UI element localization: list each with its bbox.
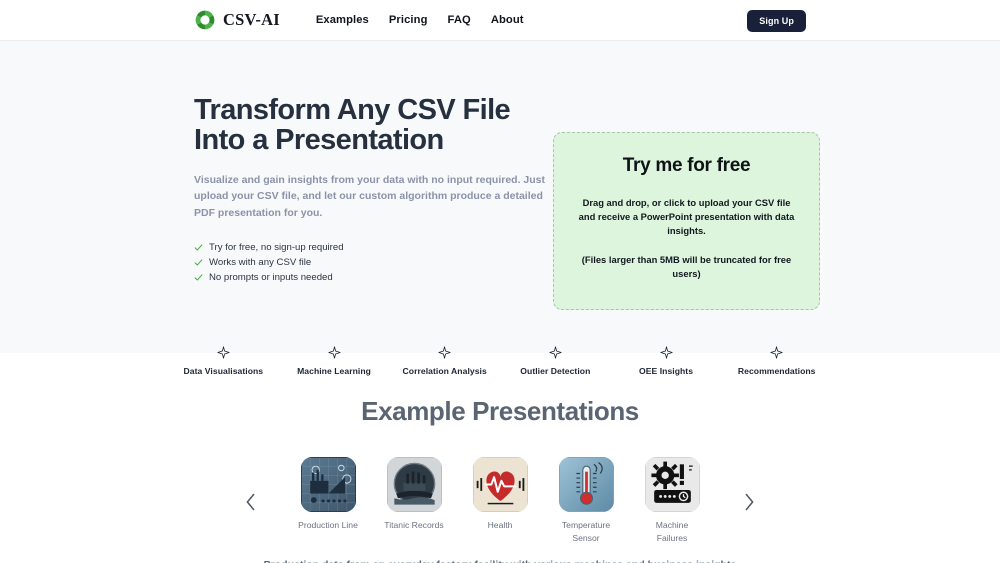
hero-left-column: Transform Any CSV File Into a Presentati…	[194, 91, 545, 310]
hero-grid: Transform Any CSV File Into a Presentati…	[0, 41, 1000, 310]
list-item: Try for free, no sign-up required	[194, 242, 539, 253]
example-card-machine-failures[interactable]: Machine Failures	[644, 457, 700, 545]
examples-carousel: Production Line Titanic Records Health T…	[0, 457, 1000, 545]
nav-link-examples[interactable]: Examples	[316, 14, 369, 26]
list-item: No prompts or inputs needed	[194, 272, 539, 283]
feature-outlier-detection[interactable]: Outlier Detection	[500, 346, 611, 376]
upload-size-note: (Files larger than 5MB will be truncated…	[581, 254, 792, 280]
upload-instructions: Drag and drop, or click to upload your C…	[578, 197, 795, 237]
feature-oee-insights[interactable]: OEE Insights	[611, 346, 722, 376]
card-label: Health	[487, 520, 513, 530]
titanic-ship-thumbnail-icon	[386, 457, 442, 512]
hero-title-line-1: Transform Any CSV File	[194, 94, 511, 126]
feature-data-visualisations[interactable]: Data Visualisations	[168, 346, 279, 376]
nav-link-about[interactable]: About	[491, 14, 524, 26]
examples-title: Example Presentations	[361, 396, 639, 426]
upload-title: Try me for free	[622, 155, 751, 176]
bullet-label: Works with any CSV file	[209, 256, 312, 268]
page-title: Transform Any CSV File Into a Presentati…	[194, 95, 539, 156]
brand-name: CSV-AI	[223, 10, 280, 29]
sign-up-button[interactable]: Sign Up	[747, 10, 806, 32]
carousel-prev-button[interactable]	[231, 467, 271, 537]
chevron-right-icon	[742, 490, 757, 514]
example-description: Production data from an everyday factory…	[194, 558, 806, 563]
factory-production-line-thumbnail-icon	[300, 457, 356, 512]
carousel-cards: Production Line Titanic Records Health T…	[271, 457, 730, 545]
example-presentations-section: Example Presentations Production Line Ti…	[0, 353, 1000, 563]
hero-feature-bullets: Try for free, no sign-up required Works …	[194, 242, 539, 283]
csv-ai-spiral-logo-icon	[194, 9, 216, 31]
card-label: Production Line	[298, 520, 358, 530]
nav-link-faq[interactable]: FAQ	[448, 14, 471, 26]
feature-label: Machine Learning	[297, 366, 371, 376]
top-navbar: CSV-AI Examples Pricing FAQ About Sign U…	[0, 0, 1000, 41]
nav-link-pricing[interactable]: Pricing	[389, 14, 428, 26]
heart-ecg-thumbnail-icon	[472, 457, 528, 512]
chevron-left-icon	[243, 490, 258, 514]
check-icon	[194, 243, 203, 252]
sparkle-icon	[770, 346, 783, 359]
sparkle-icon	[659, 346, 673, 359]
feature-label: Recommendations	[737, 366, 816, 376]
card-label: Titanic Records	[384, 520, 444, 530]
check-icon	[194, 258, 203, 267]
csv-upload-dropzone[interactable]: Try me for free Drag and drop, or click …	[553, 132, 820, 310]
example-description-row: Production data from an everyday factory…	[0, 558, 1000, 563]
example-card-production-line[interactable]: Production Line	[298, 457, 358, 545]
bullet-label: No prompts or inputs needed	[209, 271, 333, 283]
bullet-label: Try for free, no sign-up required	[209, 241, 344, 253]
navbar-inner: CSV-AI Examples Pricing FAQ About	[0, 9, 1000, 31]
hero-subtitle: Visualize and gain insights from your da…	[194, 173, 546, 220]
sparkle-icon	[327, 346, 341, 359]
feature-label: OEE Insights	[638, 366, 694, 376]
feature-recommendations[interactable]: Recommendations	[721, 346, 832, 376]
nav-links: Examples Pricing FAQ About	[316, 14, 524, 26]
hero-section: Transform Any CSV File Into a Presentati…	[0, 41, 1000, 376]
card-label: Machine Failures	[655, 520, 689, 543]
list-item: Works with any CSV file	[194, 257, 539, 268]
example-card-health[interactable]: Health	[472, 457, 528, 545]
brand-logo-group[interactable]: CSV-AI	[194, 9, 280, 31]
feature-correlation-analysis[interactable]: Correlation Analysis	[389, 346, 500, 376]
sparkle-icon	[438, 346, 451, 359]
check-icon	[194, 273, 203, 282]
thermometer-sensor-thumbnail-icon	[558, 457, 614, 512]
hero-title-line-2: Into a Presentation	[194, 124, 444, 157]
example-card-temperature-sensor[interactable]: Temperature Sensor	[558, 457, 614, 545]
example-card-titanic-records[interactable]: Titanic Records	[384, 457, 444, 545]
sparkle-icon	[217, 346, 230, 359]
feature-icons-row: Data Visualisations Machine Learning Cor…	[0, 346, 1000, 376]
feature-label: Outlier Detection	[520, 366, 591, 376]
feature-machine-learning[interactable]: Machine Learning	[279, 346, 390, 376]
gear-warning-machine-thumbnail-icon	[644, 457, 700, 512]
carousel-next-button[interactable]	[730, 467, 770, 537]
card-label: Temperature Sensor	[561, 520, 611, 543]
feature-label: Correlation Analysis	[402, 366, 487, 376]
sparkle-icon	[549, 346, 562, 359]
feature-label: Data Visualisations	[183, 366, 264, 376]
